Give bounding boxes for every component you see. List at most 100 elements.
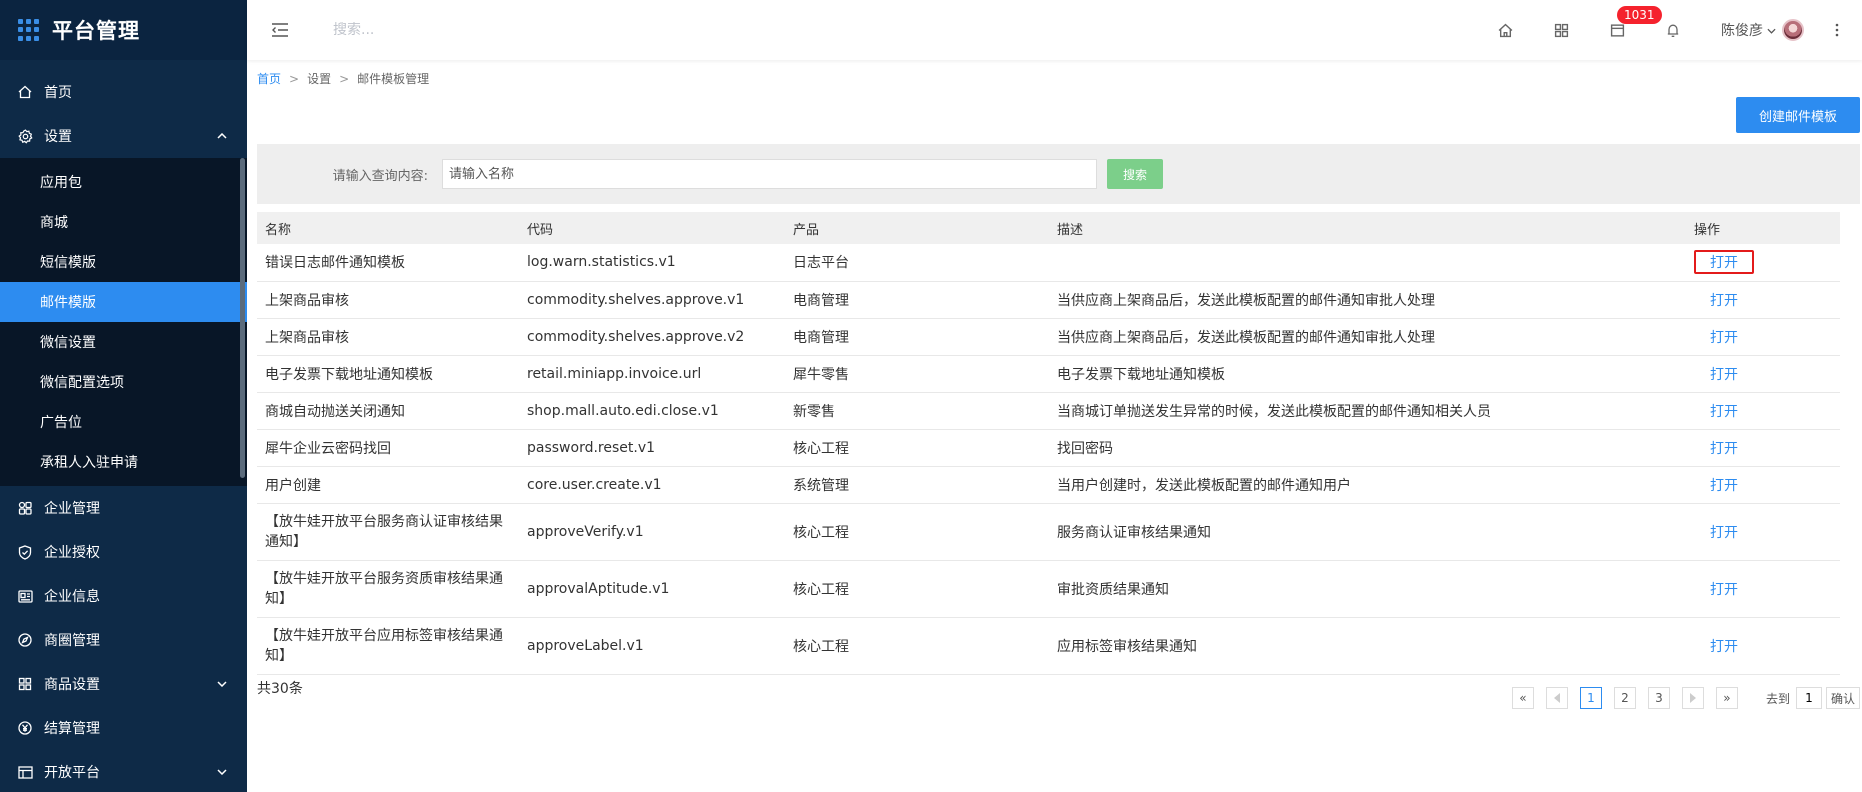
open-link[interactable]: 打开 xyxy=(1694,474,1754,496)
sidebar-item-product-settings[interactable]: 商品设置 xyxy=(0,662,247,706)
table-row: 上架商品审核 commodity.shelves.approve.v1 电商管理… xyxy=(257,281,1840,319)
cell-code: approveLabel.v1 xyxy=(519,617,785,675)
more-vertical-icon[interactable] xyxy=(1822,23,1852,37)
cell-code: log.warn.statistics.v1 xyxy=(519,244,785,282)
open-link[interactable]: 打开 xyxy=(1694,437,1754,459)
brand-title: 平台管理 xyxy=(52,19,140,43)
sidebar-item-business-district[interactable]: 商圈管理 xyxy=(0,618,247,662)
sidebar-item-enterprise-info[interactable]: 企业信息 xyxy=(0,574,247,618)
breadcrumb-current: 邮件模板管理 xyxy=(357,72,430,86)
open-link[interactable]: 打开 xyxy=(1694,363,1754,385)
sidebar-sub-email-template[interactable]: 邮件模版 xyxy=(0,282,247,322)
gear-icon xyxy=(16,128,34,144)
cell-code: retail.miniapp.invoice.url xyxy=(519,355,785,393)
sidebar-sub-mall[interactable]: 商城 xyxy=(0,202,247,242)
page-button-3[interactable]: 3 xyxy=(1647,687,1670,709)
sidebar-scrollbar[interactable] xyxy=(240,158,245,478)
sidebar-item-label: 企业管理 xyxy=(44,501,100,517)
next-page-button[interactable] xyxy=(1681,687,1704,709)
sidebar-item-label: 商圈管理 xyxy=(44,633,100,649)
cell-operation: 打开 xyxy=(1686,429,1840,467)
last-page-button[interactable]: » xyxy=(1715,687,1738,709)
cell-description: 审批资质结果通知 xyxy=(1049,560,1686,618)
table-row: 错误日志邮件通知模板 log.warn.statistics.v1 日志平台 打… xyxy=(257,244,1840,282)
global-search-input[interactable] xyxy=(333,22,633,38)
cell-description: 当用户创建时，发送此模板配置的邮件通知用户 xyxy=(1049,466,1686,504)
sidebar-item-open-platform[interactable]: 开放平台 xyxy=(0,750,247,792)
cell-operation: 打开 xyxy=(1686,617,1840,675)
sidebar-item-settings[interactable]: 设置 xyxy=(0,114,247,158)
cell-code: approvalAptitude.v1 xyxy=(519,560,785,618)
cell-operation: 打开 xyxy=(1686,392,1840,430)
cell-description xyxy=(1049,244,1686,282)
cell-description: 当供应商上架商品后，发送此模板配置的邮件通知审批人处理 xyxy=(1049,281,1686,319)
sidebar-item-home[interactable]: 首页 xyxy=(0,70,247,114)
chevron-down-icon xyxy=(217,769,227,775)
cell-name: 【放牛娃开放平台服务商认证审核结果通知】 xyxy=(257,503,519,561)
goto-page-input[interactable] xyxy=(1795,687,1822,709)
sidebar-sub-wechat-settings[interactable]: 微信设置 xyxy=(0,322,247,362)
open-link[interactable]: 打开 xyxy=(1694,521,1754,543)
menu-fold-icon[interactable] xyxy=(271,23,293,37)
cell-product: 核心工程 xyxy=(785,617,1049,675)
first-page-button[interactable]: « xyxy=(1511,687,1534,709)
sidebar-item-enterprise-auth[interactable]: 企业授权 xyxy=(0,530,247,574)
create-email-template-button[interactable]: 创建邮件模板 xyxy=(1736,97,1860,133)
page-button-2[interactable]: 2 xyxy=(1613,687,1636,709)
cell-operation: 打开 xyxy=(1686,244,1840,282)
bell-icon[interactable] xyxy=(1645,0,1701,60)
user-menu[interactable]: 陈俊彦 xyxy=(1721,19,1804,41)
goto-label: 去到 xyxy=(1765,691,1790,706)
cell-operation: 打开 xyxy=(1686,355,1840,393)
open-link[interactable]: 打开 xyxy=(1694,326,1754,348)
cell-product: 新零售 xyxy=(785,392,1049,430)
table-row: 电子发票下载地址通知模板 retail.miniapp.invoice.url … xyxy=(257,355,1840,393)
cell-operation: 打开 xyxy=(1686,281,1840,319)
name-query-input[interactable] xyxy=(442,159,1097,189)
table-row: 商城自动抛送关闭通知 shop.mall.auto.edi.close.v1 新… xyxy=(257,392,1840,430)
breadcrumb-home-link[interactable]: 首页 xyxy=(257,70,281,87)
column-header-name: 名称 xyxy=(257,212,519,244)
open-link[interactable]: 打开 xyxy=(1694,578,1754,600)
prev-page-button[interactable] xyxy=(1545,687,1568,709)
open-link[interactable]: 打开 xyxy=(1694,635,1754,657)
cell-product: 核心工程 xyxy=(785,429,1049,467)
table-row: 【放牛娃开放平台服务资质审核结果通知】 approvalAptitude.v1 … xyxy=(257,560,1840,618)
cell-operation: 打开 xyxy=(1686,560,1840,618)
sidebar-sub-sms-template[interactable]: 短信模版 xyxy=(0,242,247,282)
shield-check-icon xyxy=(16,544,34,560)
open-link[interactable]: 打开 xyxy=(1694,289,1754,311)
app-grid-logo-icon xyxy=(18,19,40,41)
sidebar-item-settlement[interactable]: 结算管理 xyxy=(0,706,247,750)
home-icon[interactable] xyxy=(1477,0,1533,60)
table-row: 【放牛娃开放平台应用标签审核结果通知】 approveLabel.v1 核心工程… xyxy=(257,617,1840,675)
page-button-1[interactable]: 1 xyxy=(1579,687,1602,709)
cell-product: 电商管理 xyxy=(785,281,1049,319)
sidebar-item-label: 设置 xyxy=(44,129,72,145)
cell-name: 电子发票下载地址通知模板 xyxy=(257,355,519,393)
sidebar-item-label: 开放平台 xyxy=(44,765,100,781)
sidebar-sub-tenant-apply[interactable]: 承租人入驻申请 xyxy=(0,442,247,482)
cell-name: 犀牛企业云密码找回 xyxy=(257,429,519,467)
cell-product: 日志平台 xyxy=(785,244,1049,282)
table-header-row: 名称 代码 产品 描述 操作 xyxy=(257,212,1840,244)
search-button[interactable]: 搜索 xyxy=(1107,159,1163,189)
sidebar-sub-app-package[interactable]: 应用包 xyxy=(0,162,247,202)
sidebar-item-enterprise[interactable]: 企业管理 xyxy=(0,486,247,530)
cell-name: 上架商品审核 xyxy=(257,281,519,319)
open-link[interactable]: 打开 xyxy=(1694,400,1754,422)
sidebar-sub-ad-slot[interactable]: 广告位 xyxy=(0,402,247,442)
sidebar-sub-wechat-options[interactable]: 微信配置选项 xyxy=(0,362,247,402)
column-header-product: 产品 xyxy=(785,212,1049,244)
header-right: 1031 陈俊彦 xyxy=(1477,0,1862,60)
sidebar-item-label: 商品设置 xyxy=(44,677,100,693)
caret-right-icon xyxy=(1689,693,1696,703)
message-icon[interactable]: 1031 xyxy=(1589,0,1662,60)
cell-code: core.user.create.v1 xyxy=(519,466,785,504)
goto-confirm-button[interactable]: 确认 xyxy=(1825,687,1860,709)
breadcrumb-settings: 设置 xyxy=(307,72,332,86)
chevron-down-icon xyxy=(1767,22,1776,38)
apps-icon[interactable] xyxy=(1533,0,1589,60)
column-header-operation: 操作 xyxy=(1686,212,1840,244)
open-link[interactable]: 打开 xyxy=(1694,250,1754,275)
